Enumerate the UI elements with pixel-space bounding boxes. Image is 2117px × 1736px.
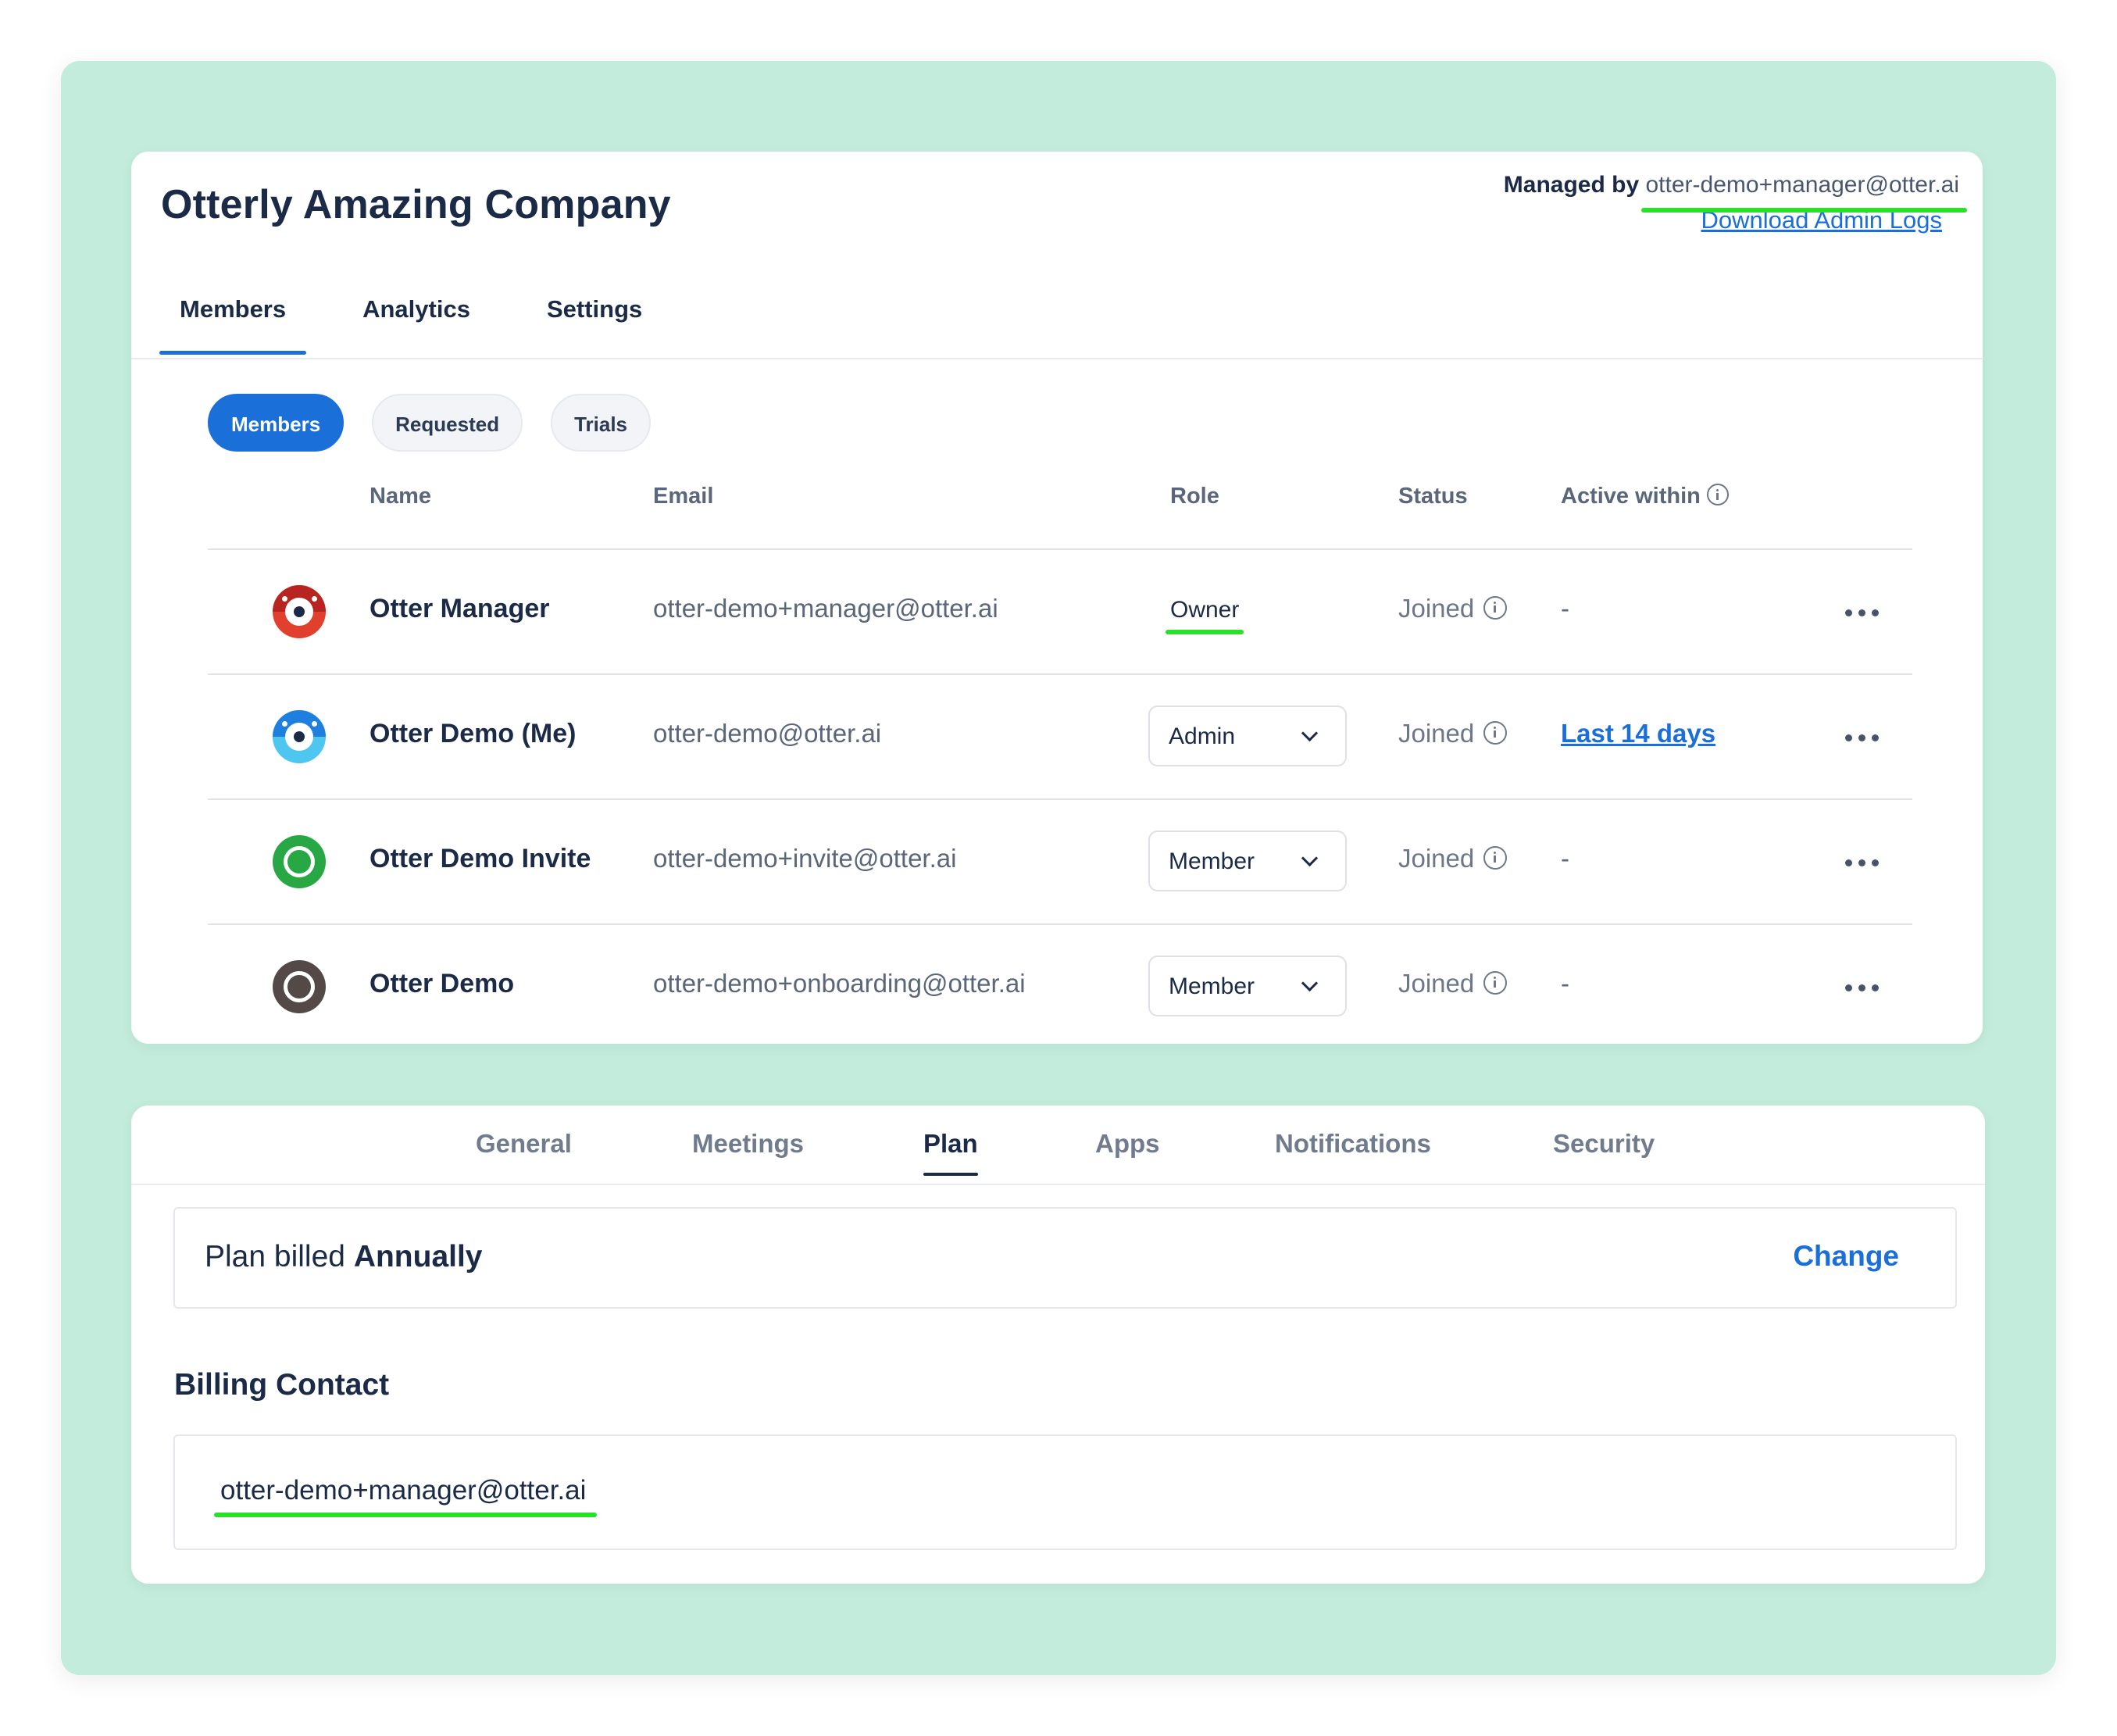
member-name: Otter Demo Invite xyxy=(369,844,591,873)
member-status: Joined xyxy=(1398,719,1508,748)
role-select[interactable]: Admin xyxy=(1148,705,1347,766)
tab-general[interactable]: General xyxy=(476,1129,572,1159)
avatar xyxy=(273,960,326,1013)
column-header-name[interactable]: Name xyxy=(369,484,431,509)
chevron-down-icon xyxy=(1301,724,1319,742)
chevron-down-icon xyxy=(1301,974,1319,992)
table-row: Otter Demo otter-demo+onboarding@otter.a… xyxy=(131,925,1983,1048)
member-email: otter-demo+onboarding@otter.ai xyxy=(653,969,1026,998)
member-name: Otter Demo (Me) xyxy=(369,719,577,748)
billing-contact-box: otter-demo+manager@otter.ai xyxy=(173,1434,1957,1550)
status-text: Joined xyxy=(1398,719,1475,748)
chevron-down-icon xyxy=(1301,849,1319,867)
plan-billing-cycle: Annually xyxy=(353,1240,483,1273)
tab-meetings[interactable]: Meetings xyxy=(692,1129,804,1159)
tab-apps[interactable]: Apps xyxy=(1095,1129,1160,1159)
avatar xyxy=(273,710,326,763)
table-row: Otter Manager otter-demo+manager@otter.a… xyxy=(131,550,1983,673)
table-row: Otter Demo (Me) otter-demo@otter.ai Admi… xyxy=(131,675,1983,798)
tab-security[interactable]: Security xyxy=(1553,1129,1655,1159)
settings-tabs-divider xyxy=(131,1184,1985,1185)
tab-plan[interactable]: Plan xyxy=(923,1129,978,1176)
managed-by-label: Managed by xyxy=(1503,172,1640,198)
role-select-value: Member xyxy=(1169,973,1255,999)
info-icon[interactable] xyxy=(1483,721,1508,745)
member-role-owner: Owner xyxy=(1165,597,1244,634)
member-active-within: - xyxy=(1561,594,1569,623)
info-icon[interactable] xyxy=(1483,596,1508,620)
member-status: Joined xyxy=(1398,844,1508,873)
member-email: otter-demo@otter.ai xyxy=(653,719,882,748)
info-icon[interactable] xyxy=(1483,971,1508,995)
workspace-members-card: Otterly Amazing Company Managed by otter… xyxy=(131,152,1983,1044)
status-text: Joined xyxy=(1398,594,1475,623)
more-options-icon[interactable] xyxy=(1845,984,1880,992)
plan-billed-prefix: Plan billed xyxy=(205,1240,345,1273)
member-filter-pills: Members Requested Trials xyxy=(208,394,679,452)
info-icon[interactable] xyxy=(1706,484,1729,505)
tab-analytics[interactable]: Analytics xyxy=(342,289,491,355)
pill-members[interactable]: Members xyxy=(208,394,345,452)
status-text: Joined xyxy=(1398,969,1475,998)
member-status: Joined xyxy=(1398,969,1508,998)
column-header-active-within[interactable]: Active within xyxy=(1561,484,1729,509)
avatar xyxy=(273,835,326,888)
main-tabs: Members Analytics Settings xyxy=(159,289,698,355)
settings-tabs: General Meetings Plan Apps Notifications… xyxy=(131,1106,1985,1184)
member-email: otter-demo+invite@otter.ai xyxy=(653,844,957,873)
member-active-within: - xyxy=(1561,844,1569,873)
member-name: Otter Manager xyxy=(369,594,550,623)
role-select-value: Admin xyxy=(1169,723,1236,749)
tab-members[interactable]: Members xyxy=(159,289,307,355)
avatar xyxy=(273,585,326,638)
company-title: Otterly Amazing Company xyxy=(161,182,671,227)
role-select-value: Member xyxy=(1169,848,1255,874)
pill-trials[interactable]: Trials xyxy=(551,394,652,452)
plan-billed-text: Plan billed Annually xyxy=(205,1240,483,1274)
role-select[interactable]: Member xyxy=(1148,830,1347,891)
tabs-divider xyxy=(131,358,1983,359)
role-select[interactable]: Member xyxy=(1148,956,1347,1016)
member-status: Joined xyxy=(1398,594,1508,623)
member-name: Otter Demo xyxy=(369,969,515,998)
managed-by-block: Managed by otter-demo+manager@otter.ai D… xyxy=(1503,167,1967,234)
pill-requested[interactable]: Requested xyxy=(372,394,523,452)
plan-settings-card: General Meetings Plan Apps Notifications… xyxy=(131,1106,1985,1584)
plan-billing-box: Plan billed Annually Change xyxy=(173,1207,1957,1309)
change-plan-button[interactable]: Change xyxy=(1793,1240,1899,1273)
column-header-status[interactable]: Status xyxy=(1398,484,1468,509)
tab-settings[interactable]: Settings xyxy=(527,289,662,355)
more-options-icon[interactable] xyxy=(1845,859,1880,867)
table-row: Otter Demo Invite otter-demo+invite@otte… xyxy=(131,800,1983,923)
billing-contact-title: Billing Contact xyxy=(174,1368,390,1402)
active-within-label: Active within xyxy=(1561,484,1701,509)
status-text: Joined xyxy=(1398,844,1475,873)
member-active-within: - xyxy=(1561,969,1569,998)
member-active-within-link[interactable]: Last 14 days xyxy=(1561,719,1715,748)
column-header-email[interactable]: Email xyxy=(653,484,713,509)
tab-notifications[interactable]: Notifications xyxy=(1275,1129,1431,1159)
more-options-icon[interactable] xyxy=(1845,609,1880,617)
column-header-role[interactable]: Role xyxy=(1170,484,1219,509)
billing-contact-email: otter-demo+manager@otter.ai xyxy=(213,1475,598,1517)
managed-by-line: Managed by otter-demo+manager@otter.ai xyxy=(1503,167,1967,213)
info-icon[interactable] xyxy=(1483,846,1508,870)
member-email: otter-demo+manager@otter.ai xyxy=(653,594,998,623)
more-options-icon[interactable] xyxy=(1845,734,1880,742)
managed-by-email: otter-demo+manager@otter.ai xyxy=(1640,167,1967,213)
